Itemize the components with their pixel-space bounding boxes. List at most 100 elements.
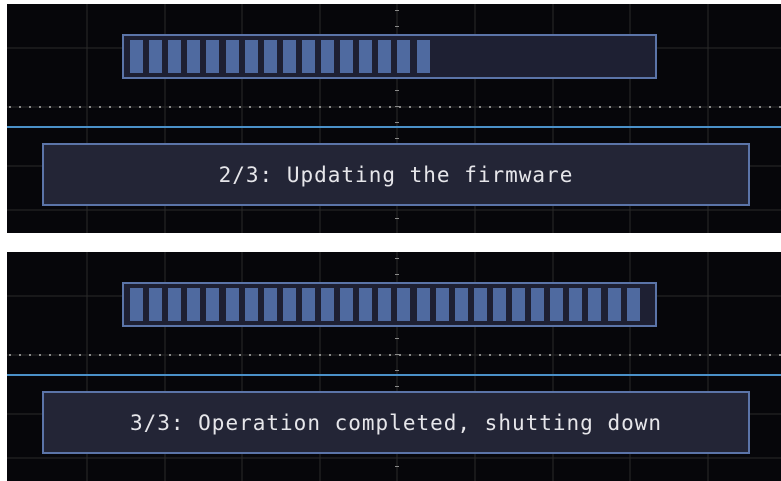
grid-tick: [409, 354, 411, 356]
grid-tick: [399, 106, 401, 108]
grid-tick: [509, 106, 511, 108]
grid-tick: [719, 354, 721, 356]
progress-segment: [244, 40, 258, 73]
progress-segment: [168, 288, 182, 321]
grid-tick: [329, 354, 331, 356]
grid-tick: [549, 354, 551, 356]
grid-tick: [469, 106, 471, 108]
grid-tick: [99, 106, 101, 108]
progress-segment: [168, 40, 182, 73]
progress-segment: [340, 40, 354, 73]
grid-tick: [329, 106, 331, 108]
grid-tick: [19, 106, 21, 108]
grid-tick: [29, 106, 31, 108]
grid-tick: [479, 354, 481, 356]
grid-tick: [59, 354, 61, 356]
grid-tick: [89, 106, 91, 108]
grid-tick: [649, 354, 651, 356]
progress-segment: [473, 288, 487, 321]
grid-tick: [129, 354, 131, 356]
grid-tick: [299, 106, 301, 108]
grid-tick: [129, 106, 131, 108]
grid-tick: [599, 106, 601, 108]
grid-tick: [619, 354, 621, 356]
grid-tick: [119, 354, 121, 356]
grid-tick: [395, 10, 399, 11]
grid-tick: [249, 354, 251, 356]
progress-segment: [149, 40, 163, 73]
grid-tick: [659, 354, 661, 356]
grid-tick: [759, 354, 761, 356]
progress-segment: [187, 288, 201, 321]
grid-tick: [209, 354, 211, 356]
grid-tick: [269, 106, 271, 108]
grid-tick: [379, 106, 381, 108]
grid-tick: [59, 106, 61, 108]
grid-tick: [69, 354, 71, 356]
grid-tick: [395, 106, 399, 107]
grid-tick: [309, 354, 311, 356]
grid-tick: [349, 354, 351, 356]
grid-tick: [149, 106, 151, 108]
progress-segment: [626, 288, 640, 321]
progress-segment: [263, 288, 277, 321]
progress-segment: [340, 288, 354, 321]
grid-tick: [9, 106, 11, 108]
grid-tick: [429, 354, 431, 356]
grid-tick: [579, 354, 581, 356]
progress-segment: [149, 288, 163, 321]
grid-tick: [389, 106, 391, 108]
grid-tick: [659, 106, 661, 108]
grid-tick: [249, 106, 251, 108]
progress-segment: [321, 40, 334, 73]
grid-tick: [739, 354, 741, 356]
oscilloscope-screen-step-2: 2/3: Updating the firmware: [7, 4, 781, 233]
grid-tick: [629, 354, 631, 356]
grid-tick: [699, 106, 701, 108]
grid-tick: [139, 354, 141, 356]
grid-tick: [539, 354, 541, 356]
grid-tick: [419, 354, 421, 356]
grid-tick: [299, 354, 301, 356]
grid-tick: [209, 106, 211, 108]
grid-tick: [519, 354, 521, 356]
grid-tick: [639, 106, 641, 108]
grid-tick: [489, 106, 491, 108]
progress-bar: [122, 34, 657, 79]
progress-segment: [397, 40, 411, 73]
grid-tick: [339, 354, 341, 356]
grid-tick: [559, 354, 561, 356]
grid-tick: [719, 106, 721, 108]
progress-segment: [588, 288, 602, 321]
progress-segment: [321, 288, 334, 321]
grid-tick: [549, 106, 551, 108]
grid-tick: [239, 106, 241, 108]
grid-tick: [459, 106, 461, 108]
grid-tick: [19, 354, 21, 356]
progress-segment: [187, 40, 201, 73]
progress-segment: [492, 288, 506, 321]
grid-tick: [259, 354, 261, 356]
grid-tick: [395, 138, 399, 139]
progress-segment: [225, 40, 239, 73]
grid-tick: [49, 354, 51, 356]
grid-tick: [159, 106, 161, 108]
grid-tick: [179, 106, 181, 108]
grid-tick: [669, 354, 671, 356]
progress-segment: [416, 288, 430, 321]
progress-segment: [206, 40, 220, 73]
grid-tick: [439, 354, 441, 356]
grid-tick: [159, 354, 161, 356]
grid-tick: [395, 354, 399, 355]
grid-tick: [189, 106, 191, 108]
progress-segment: [397, 288, 411, 321]
grid-tick: [395, 218, 399, 219]
grid-tick: [619, 106, 621, 108]
progress-segment: [206, 288, 220, 321]
grid-tick: [439, 106, 441, 108]
grid-tick: [199, 354, 201, 356]
grid-tick: [189, 354, 191, 356]
grid-tick: [79, 106, 81, 108]
grid-tick: [499, 354, 501, 356]
grid-tick: [469, 354, 471, 356]
